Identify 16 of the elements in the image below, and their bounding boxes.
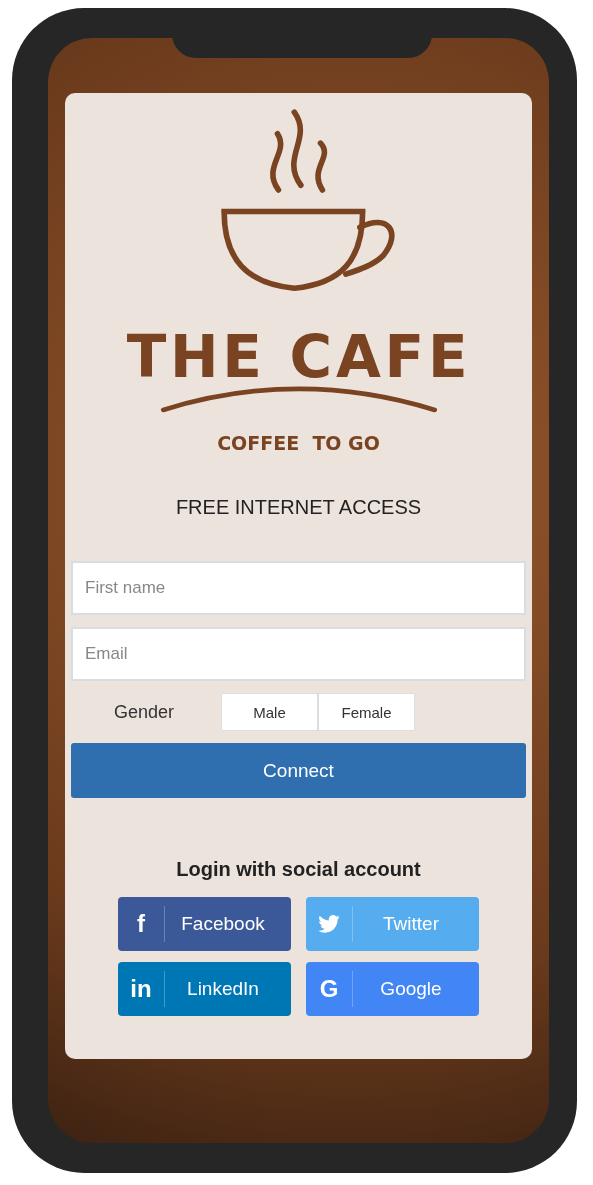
gender-label: Gender — [113, 701, 176, 723]
text-field[interactable]: First name — [71, 561, 526, 615]
logo-tagline: COFFEE TO GO — [217, 432, 380, 454]
connect-button[interactable]: Connect — [71, 743, 526, 798]
gender-option[interactable]: Male — [221, 693, 318, 731]
social-title: Login with social account — [176, 858, 421, 881]
brand-glyph: G — [319, 975, 339, 1003]
bird-icon — [318, 915, 340, 933]
page-heading: FREE INTERNET ACCESS — [175, 496, 422, 519]
brand-glyph: in — [130, 975, 152, 1003]
social-login-button[interactable]: f Facebook — [118, 897, 291, 951]
text-field[interactable]: Email — [71, 627, 526, 681]
social-login-button[interactable]: G Google — [306, 962, 479, 1016]
social-login-button[interactable]: in LinkedIn — [118, 962, 291, 1016]
gender-option[interactable]: Female — [318, 693, 415, 731]
brand-glyph: f — [137, 910, 145, 938]
